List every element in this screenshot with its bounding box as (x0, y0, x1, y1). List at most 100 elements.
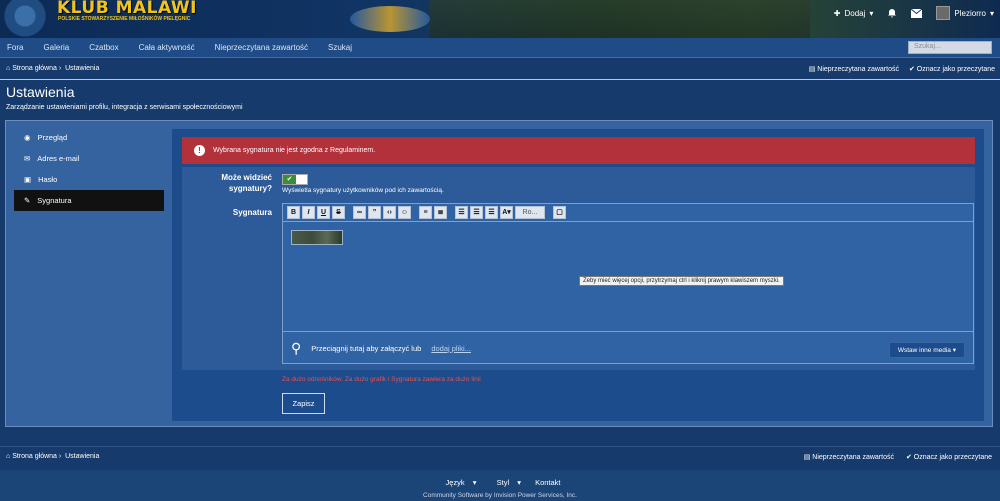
breadcrumb-separator: › (56, 453, 66, 460)
can-see-toggle[interactable]: ✔ (282, 174, 308, 185)
pencil-icon: ✎ (24, 196, 31, 205)
sidebar-item-email[interactable]: ✉ Adres e-mail (14, 148, 164, 169)
exclamation-icon: ! (194, 145, 205, 156)
add-menu-button[interactable]: ✚ Dodaj ▾ (834, 9, 874, 18)
dashboard-icon: ◉ (24, 133, 31, 142)
mark-read-label: Oznacz jako przeczytane (916, 65, 995, 73)
paperclip-icon: ⚲ (291, 339, 302, 356)
logo-subtitle: POLSKIE STOWARZYSZENIE MIŁOŚNIKÓW PIELĘG… (58, 16, 191, 22)
sidebar-item-label: Sygnatura (37, 196, 72, 205)
messages-button[interactable] (911, 8, 923, 18)
nav-item-unread[interactable]: Nieprzeczytana zawartość (215, 43, 328, 52)
link-icon[interactable]: ∞ (353, 206, 366, 219)
language-menu[interactable]: Język ▾ (439, 478, 476, 487)
code-icon[interactable]: ‹› (383, 206, 396, 219)
nav-item-activity[interactable]: Cała aktywność (139, 43, 215, 52)
sidebar-item-label: Adres e-mail (37, 154, 80, 163)
attach-text: Przeciągnij tutaj aby załączyć lub (311, 343, 422, 353)
emoji-icon[interactable]: ☺ (398, 206, 411, 219)
add-files-link[interactable]: dodaj pliki... (431, 344, 471, 353)
unread-link[interactable]: ▤ Nieprzeczytana zawartość (809, 65, 899, 73)
quote-icon[interactable]: ” (368, 206, 381, 219)
site-header: KLUB MALAWI POLSKIE STOWARZYSZENIE MIŁOŚ… (0, 0, 1000, 38)
mark-read-link[interactable]: ✔ Oznacz jako przeczytane (909, 65, 995, 73)
sidebar-item-overview[interactable]: ◉ Przegląd (14, 127, 164, 148)
unread-label: Nieprzeczytana zawartość (817, 65, 899, 73)
can-see-row: Może widzieć sygnatury? ✔ Wyświetla sygn… (182, 167, 975, 200)
italic-button[interactable]: I (302, 206, 315, 219)
save-button[interactable]: Zapisz (282, 393, 325, 414)
strikethrough-button[interactable]: S (332, 206, 345, 219)
sidebar-item-label: Hasło (38, 175, 58, 184)
sidebar-item-label: Przegląd (37, 133, 68, 142)
nav-item-fora[interactable]: Fora (0, 43, 43, 52)
signature-form: ! Wybrana sygnatura nie jest zgodna z Re… (172, 129, 984, 421)
user-menu-button[interactable]: Pleziorro ▾ (936, 6, 994, 20)
breadcrumb: ⌂ Strona główna › Ustawienia ▤ Nieprzecz… (0, 58, 1000, 80)
settings-sidebar: ◉ Przegląd ✉ Adres e-mail ▣ Hasło ✎ Sygn… (14, 127, 164, 211)
sidebar-item-password[interactable]: ▣ Hasło (14, 169, 164, 190)
check-icon: ✔ (905, 453, 914, 461)
header-rocks-image (430, 0, 810, 38)
align-center-icon[interactable]: ☰ (470, 206, 483, 219)
breadcrumb-current[interactable]: Ustawienia (65, 453, 99, 460)
mark-read-link[interactable]: ✔ Oznacz jako przeczytane (906, 453, 992, 461)
envelope-icon: ✉ (24, 154, 31, 163)
envelope-icon (911, 8, 923, 18)
footer-breadcrumb-actions: ▤ Nieprzeczytana zawartość ✔ Oznacz jako… (804, 453, 992, 461)
font-select[interactable]: Ro... (515, 206, 545, 219)
footer-links: Język ▾ Styl ▾ Kontakt (0, 478, 1000, 487)
page-description: Zarządzanie ustawieniami profilu, integr… (6, 104, 243, 111)
can-see-label-line1: Może widzieć (221, 173, 272, 182)
site-footer: Język ▾ Styl ▾ Kontakt Community Softwar… (0, 470, 1000, 501)
search-input[interactable]: Szukaj... (908, 41, 992, 54)
check-icon: ✔ (908, 65, 917, 73)
preview-icon[interactable]: ▢ (553, 206, 566, 219)
caret-down-icon: ▾ (869, 8, 874, 18)
attach-area[interactable]: ⚲ Przeciągnij tutaj aby załączyć lub dod… (283, 331, 973, 364)
font-color-icon[interactable]: A▾ (500, 206, 513, 219)
editor-content-area[interactable]: Żeby mieć więcej opcji, przytrzymaj ctrl… (283, 222, 973, 330)
style-label: Styl (496, 478, 510, 487)
align-right-icon[interactable]: ☰ (485, 206, 498, 219)
contact-link[interactable]: Kontakt (535, 478, 560, 487)
underline-button[interactable]: U (317, 206, 330, 219)
signature-editor: B I U S ∞ ” ‹› ☺ ≡ ≣ ☰ ☰ ☰ A▾ Ro... ▢ Że… (282, 203, 974, 364)
nav-item-galeria[interactable]: Galeria (43, 43, 89, 52)
can-see-description: Wyświetla sygnatury użytkowników pod ich… (282, 187, 444, 194)
logo-fish-image[interactable] (0, 0, 50, 38)
bold-button[interactable]: B (287, 206, 300, 219)
notifications-button[interactable] (887, 8, 897, 18)
sidebar-item-signature[interactable]: ✎ Sygnatura (14, 190, 164, 211)
header-fish-image (350, 6, 430, 32)
breadcrumb-current[interactable]: Ustawienia (65, 65, 99, 72)
add-label: Dodaj (844, 8, 866, 18)
style-menu[interactable]: Styl ▾ (491, 478, 521, 487)
bullet-list-icon[interactable]: ≡ (419, 206, 432, 219)
copyright[interactable]: Community Software by Invision Power Ser… (0, 492, 1000, 499)
newspaper-icon: ▤ (803, 453, 813, 461)
nav-item-czatbox[interactable]: Czatbox (89, 43, 138, 52)
numbered-list-icon[interactable]: ≣ (434, 206, 447, 219)
validation-error: Za dużo odnośników. Za dużo grafik i Syg… (282, 376, 481, 383)
signature-image[interactable] (291, 230, 343, 245)
insert-media-label: Wstaw inne media (897, 347, 951, 354)
nav-item-search[interactable]: Szukaj (328, 43, 372, 52)
breadcrumb-home[interactable]: Strona główna (12, 65, 57, 72)
alert-text: Wybrana sygnatura nie jest zgodna z Regu… (213, 147, 376, 154)
can-see-label-line2: sygnatury? (228, 184, 272, 193)
breadcrumb-separator: › (56, 65, 66, 72)
can-see-label: Może widzieć sygnatury? (221, 172, 272, 194)
signature-row: Sygnatura B I U S ∞ ” ‹› ☺ ≡ ≣ ☰ ☰ ☰ A▾ … (182, 200, 975, 370)
error-alert: ! Wybrana sygnatura nie jest zgodna z Re… (182, 137, 975, 164)
insert-media-button[interactable]: Wstaw inne media ▾ (888, 342, 965, 358)
footer-breadcrumb: ⌂ Strona główna › Ustawienia ▤ Nieprzecz… (0, 446, 1000, 466)
unread-label: Nieprzeczytana zawartość (812, 453, 894, 461)
breadcrumb-home[interactable]: Strona główna (12, 453, 57, 460)
unread-link[interactable]: ▤ Nieprzeczytana zawartość (804, 453, 894, 461)
newspaper-icon: ▤ (808, 65, 818, 73)
align-left-icon[interactable]: ☰ (455, 206, 468, 219)
main-nav: Fora Galeria Czatbox Cała aktywność Niep… (0, 38, 1000, 58)
check-icon: ✔ (283, 175, 296, 184)
breadcrumb-actions: ▤ Nieprzeczytana zawartość ✔ Oznacz jako… (809, 65, 995, 73)
